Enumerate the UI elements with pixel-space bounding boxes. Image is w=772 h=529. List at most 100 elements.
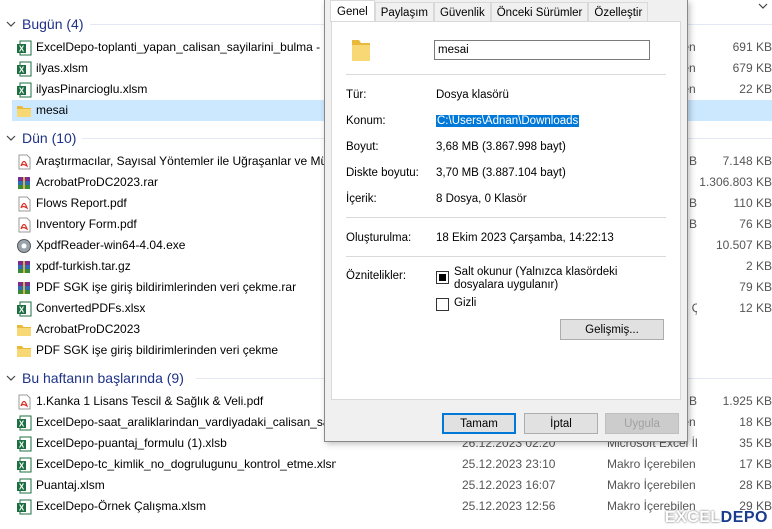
tab-genel[interactable]: Genel xyxy=(330,0,375,22)
file-name: mesai xyxy=(36,103,69,117)
readonly-checkbox[interactable] xyxy=(436,271,449,284)
watermark-part2: DEPO xyxy=(720,509,768,526)
dialog-tabs: Genel Paylaşım Güvenlik Önceki Sürümler … xyxy=(330,0,649,22)
cancel-button[interactable]: İptal xyxy=(524,413,598,434)
svg-text:X: X xyxy=(19,45,25,54)
file-type: Makro İçerebilen Excel Be... xyxy=(607,457,697,471)
folder-name-input[interactable] xyxy=(434,40,650,60)
xlsx-icon: X xyxy=(16,478,32,494)
exceldepo-watermark: EXCELDEPO xyxy=(665,509,768,527)
apply-button[interactable]: Uygula xyxy=(605,413,679,434)
rar-icon xyxy=(16,280,32,296)
file-name: AcrobatProDC2023 xyxy=(36,322,141,336)
svg-text:X: X xyxy=(19,441,25,450)
group-label: Bu haftanın başlarında (9) xyxy=(22,370,184,386)
file-date: 25.12.2023 12:56 xyxy=(462,499,556,513)
file-name: ExcelDepo-puantaj_formulu (1).xlsb xyxy=(36,436,227,450)
tab-ozellestir[interactable]: Özelleştir xyxy=(588,2,649,22)
xlsx-icon: X xyxy=(16,301,32,317)
location-value[interactable]: C:\Users\Adnan\Downloads xyxy=(436,115,580,127)
tab-onceki-surumler[interactable]: Önceki Sürümler xyxy=(490,2,589,22)
attributes-label: Öznitelikler: xyxy=(346,270,407,282)
xlsx-icon: X xyxy=(16,61,32,77)
pdf-icon xyxy=(16,217,32,233)
xlsx-icon: X xyxy=(16,457,32,473)
contents-label: İçerik: xyxy=(346,193,377,205)
file-name: Araştırmacılar, Sayısal Yöntemler ile Uğ… xyxy=(36,154,336,168)
file-name: ExcelDepo-tc_kimlik_no_dogrulugunu_kontr… xyxy=(36,457,336,471)
rar-icon xyxy=(16,175,32,191)
general-panel: Tür: Dosya klasörü Konum: C:\Users\Adnan… xyxy=(331,21,681,400)
file-name: ConvertedPDFs.xlsx xyxy=(36,301,146,315)
list-item[interactable]: X ExcelDepo-tc_kimlik_no_dogrulugunu_kont… xyxy=(12,454,772,475)
xlsx-icon: X xyxy=(16,40,32,56)
file-size: 7.148 KB xyxy=(722,154,772,168)
pdf-icon xyxy=(16,196,32,212)
file-size: 1.306.803 KB xyxy=(699,175,772,189)
properties-dialog: Genel Paylaşım Güvenlik Önceki Sürümler … xyxy=(324,0,688,442)
file-type: Makro İçerebilen Excel Be... xyxy=(607,478,697,492)
file-size: 18 KB xyxy=(739,415,772,429)
ok-button[interactable]: Tamam xyxy=(442,413,516,434)
file-name: PDF SGK işe giriş bildirimlerinden veri … xyxy=(36,280,297,294)
hidden-label: Gizli xyxy=(454,297,477,309)
chevron-down-icon[interactable] xyxy=(6,133,16,143)
pdf-icon xyxy=(16,154,32,170)
svg-text:X: X xyxy=(19,66,25,75)
file-date: 25.12.2023 16:07 xyxy=(462,478,556,492)
created-label: Oluşturulma: xyxy=(346,232,412,244)
file-size: 10.507 KB xyxy=(715,238,772,252)
readonly-label: Salt okunur (Yalnızca klasördeki dosyala… xyxy=(454,266,618,291)
list-item[interactable]: X ExcelDepo-Örnek Çalışma.xlsm 25.12.2023 … xyxy=(12,496,772,517)
xlsx-icon: X xyxy=(16,499,32,515)
file-name: Flows Report.pdf xyxy=(36,196,127,210)
file-name: ExcelDepo-Örnek Çalışma.xlsm xyxy=(36,499,207,513)
svg-text:X: X xyxy=(19,504,25,513)
size-value: 3,68 MB (3.867.998 bayt) xyxy=(436,141,566,153)
tab-guvenlik[interactable]: Güvenlik xyxy=(433,2,491,22)
advanced-button[interactable]: Gelişmiş... xyxy=(560,319,664,340)
location-label: Konum: xyxy=(346,115,386,127)
file-name: PDF SGK işe giriş bildirimlerinden veri … xyxy=(36,343,279,357)
pdf-icon xyxy=(16,394,32,410)
svg-text:X: X xyxy=(19,420,25,429)
file-size: 12 KB xyxy=(739,301,772,315)
file-name: ilyas.xlsm xyxy=(36,61,89,75)
folder-icon xyxy=(16,322,32,338)
file-name: 1.Kanka 1 Lisans Tescil & Sağlık & Veli.… xyxy=(36,394,264,408)
contents-value: 8 Dosya, 0 Klasör xyxy=(436,193,527,205)
file-name: Inventory Form.pdf xyxy=(36,217,137,231)
size-label: Boyut: xyxy=(346,141,379,153)
file-name: Puantaj.xlsm xyxy=(36,478,105,492)
file-size: 76 KB xyxy=(739,217,772,231)
chevron-down-icon[interactable] xyxy=(758,0,768,10)
group-label: Bugün (4) xyxy=(22,16,84,32)
created-value: 18 Ekim 2023 Çarşamba, 14:22:13 xyxy=(436,232,614,244)
xlsx-icon: X xyxy=(16,436,32,452)
file-size: 2 KB xyxy=(745,259,772,273)
rar-icon xyxy=(16,259,32,275)
disk-size-value: 3,70 MB (3.887.104 bayt) xyxy=(436,167,566,179)
file-size: 1.925 KB xyxy=(722,394,772,408)
svg-text:X: X xyxy=(19,306,25,315)
file-size: 35 KB xyxy=(739,436,772,450)
file-name: ilyasPinarcioglu.xlsm xyxy=(36,82,148,96)
tab-paylasim[interactable]: Paylaşım xyxy=(374,2,434,22)
file-date: 25.12.2023 23:10 xyxy=(462,457,556,471)
type-label: Tür: xyxy=(346,89,367,101)
file-name: ExcelDepo-saat_araliklarindan_vardiyadak… xyxy=(36,415,336,429)
exe-icon xyxy=(16,238,32,254)
svg-text:X: X xyxy=(19,87,25,96)
hidden-checkbox[interactable] xyxy=(436,298,449,311)
type-value: Dosya klasörü xyxy=(436,89,509,101)
list-item[interactable]: X Puantaj.xlsm 25.12.2023 16:07 Makro İçere… xyxy=(12,475,772,496)
chevron-down-icon[interactable] xyxy=(6,19,16,29)
xlsx-icon: X xyxy=(16,415,32,431)
separator xyxy=(346,217,666,218)
file-size: 17 KB xyxy=(739,457,772,471)
folder-icon xyxy=(352,40,370,61)
svg-text:X: X xyxy=(19,462,25,471)
chevron-down-icon[interactable] xyxy=(6,373,16,383)
folder-icon xyxy=(16,103,32,119)
file-size: 691 KB xyxy=(732,40,772,54)
